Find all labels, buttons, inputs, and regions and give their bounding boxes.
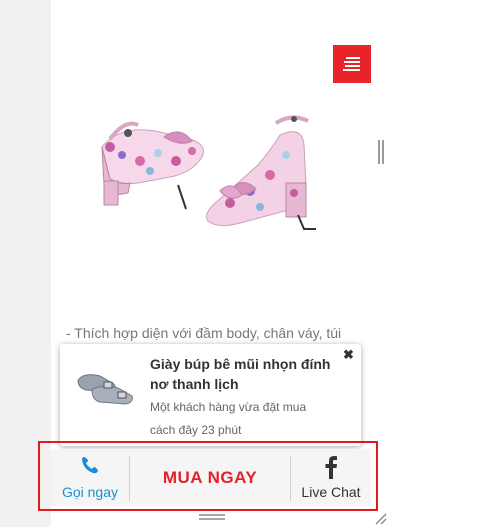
close-icon[interactable]: ✖: [343, 347, 354, 363]
notification-title: Giày búp bê mũi nhọn đính nơ thanh lịch: [150, 356, 331, 392]
notification-subtitle: Một khách hàng vừa đặt mua cách đây 23 p…: [150, 396, 350, 442]
product-description: - Thích hợp diện với đầm body, chân váy,…: [66, 325, 342, 341]
scrollbar-grip[interactable]: [378, 140, 384, 164]
notification-thumbnail: [77, 374, 133, 405]
resize-handle-icon[interactable]: [374, 512, 388, 526]
notification-time: cách đây 23 phút: [150, 423, 242, 437]
menu-button[interactable]: [333, 45, 371, 83]
notification-customer-text: Một khách hàng vừa đặt mua: [150, 400, 307, 414]
right-background: [371, 0, 485, 527]
bottom-drag-handle[interactable]: [199, 514, 225, 520]
hamburger-menu-icon: [343, 57, 360, 71]
left-shoe-icon: [101, 121, 204, 210]
cta-highlight-frame: [38, 441, 378, 511]
right-shoe-icon: [206, 115, 316, 230]
purchase-notification[interactable]: Giày búp bê mũi nhọn đính nơ thanh lịch …: [60, 344, 361, 446]
product-image: [101, 115, 316, 230]
grey-ballet-flats-icon: [77, 374, 133, 405]
